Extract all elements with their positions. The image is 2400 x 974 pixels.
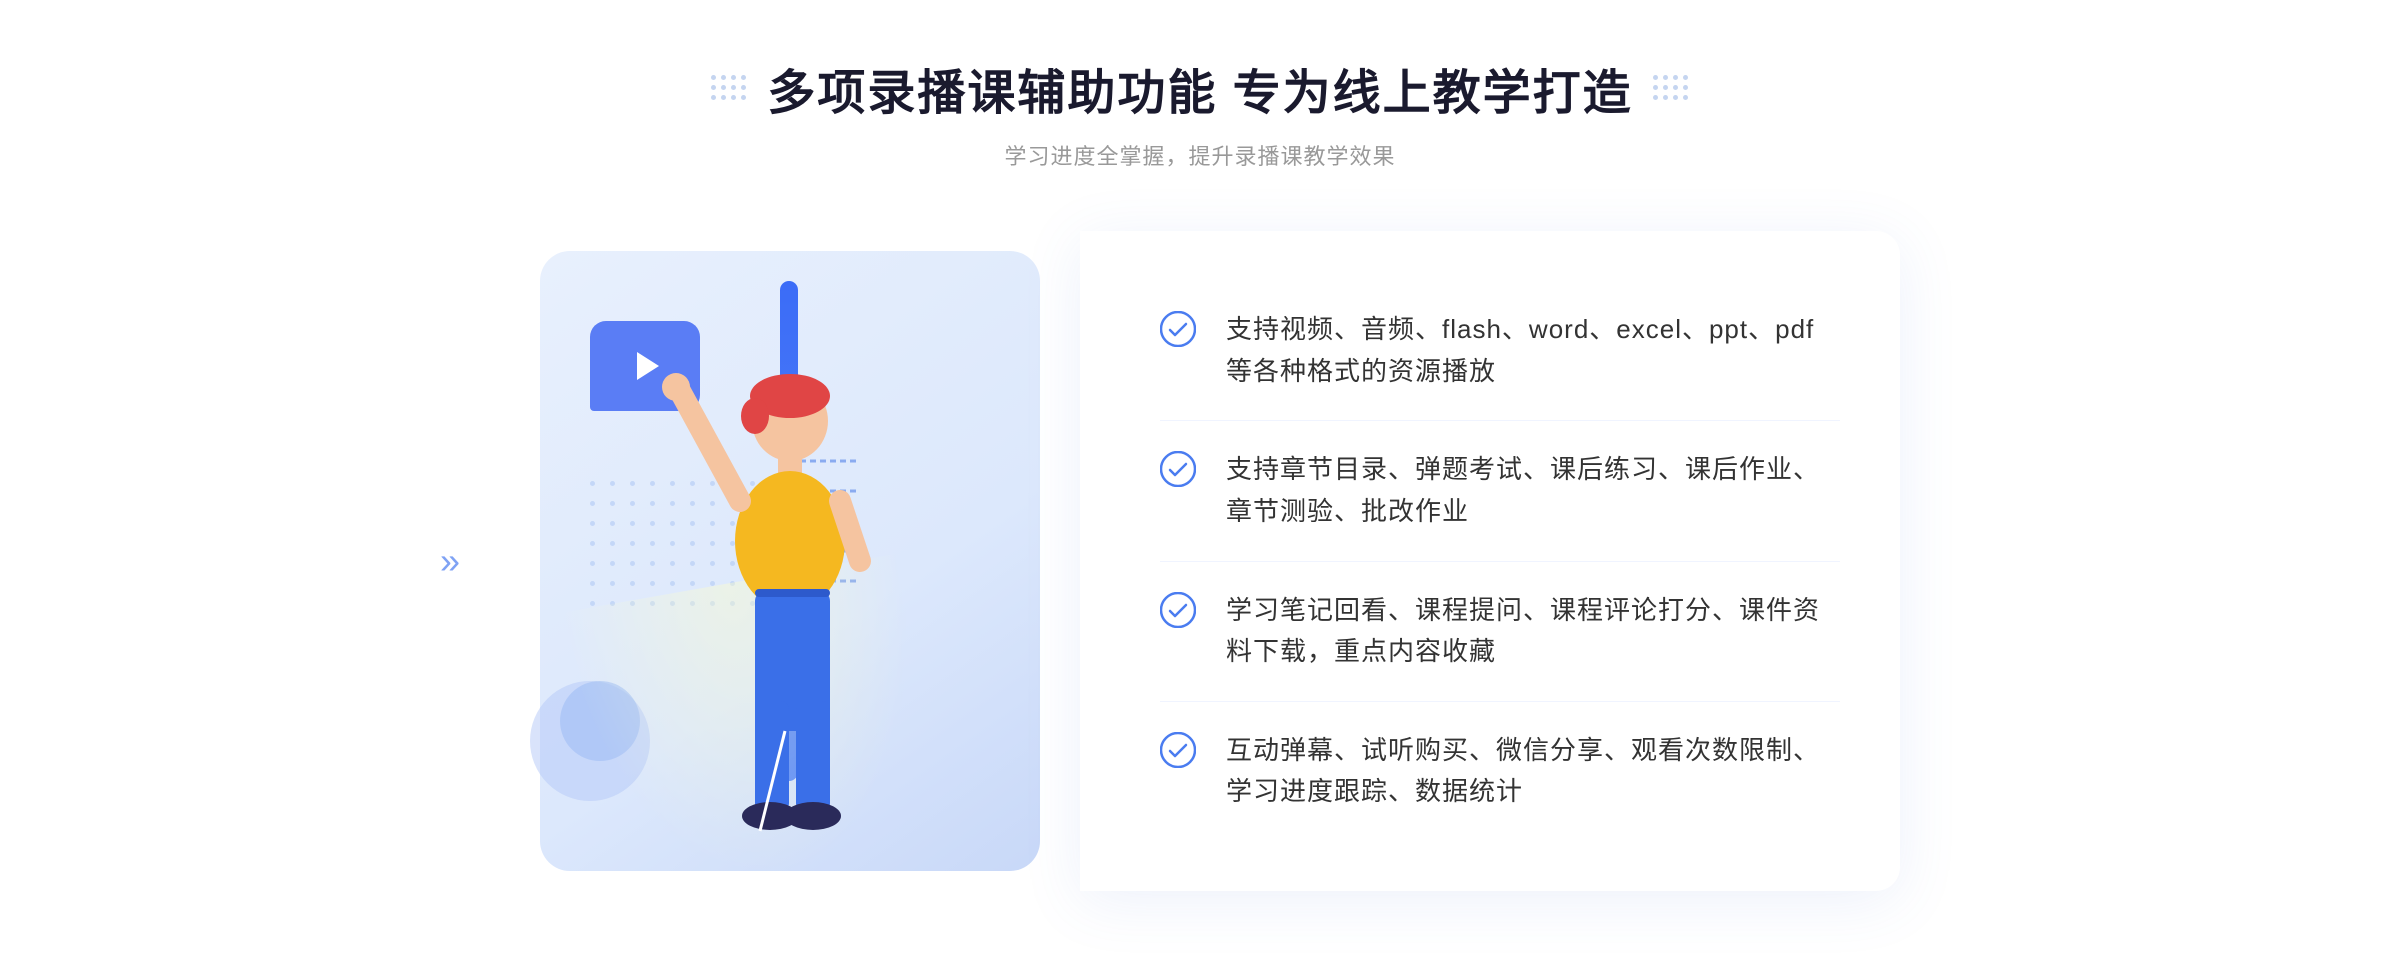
feature-text-4: 互动弹幕、试听购买、微信分享、观看次数限制、学习进度跟踪、数据统计 [1226, 730, 1840, 813]
feature-text-1: 支持视频、音频、flash、word、excel、ppt、pdf等各种格式的资源… [1226, 309, 1840, 392]
subtitle: 学习进度全掌握，提升录播课教学效果 [1004, 139, 1395, 171]
feature-item-3: 学习笔记回看、课程提问、课程评论打分、课件资料下载，重点内容收藏 [1160, 562, 1840, 702]
feature-text-3: 学习笔记回看、课程提问、课程评论打分、课件资料下载，重点内容收藏 [1226, 590, 1840, 673]
feature-item-1: 支持视频、音频、flash、word、excel、ppt、pdf等各种格式的资源… [1160, 281, 1840, 421]
check-icon-4 [1160, 732, 1196, 768]
character-illustration [600, 371, 920, 871]
chevron-icon: » [440, 543, 460, 579]
features-panel: 支持视频、音频、flash、word、excel、ppt、pdf等各种格式的资源… [1080, 231, 1900, 891]
feature-item-4: 互动弹幕、试听购买、微信分享、观看次数限制、学习进度跟踪、数据统计 [1160, 702, 1840, 841]
header-section: 多项录播课辅助功能 专为线上教学打造 学习进度全掌握，提升录播课教学效果 [711, 53, 1688, 171]
page-container: 多项录播课辅助功能 专为线上教学打造 学习进度全掌握，提升录播课教学效果 » [0, 13, 2400, 961]
left-dots [711, 75, 747, 101]
feature-text-2: 支持章节目录、弹题考试、课后练习、课后作业、章节测验、批改作业 [1226, 449, 1840, 532]
main-title: 多项录播课辅助功能 专为线上教学打造 [767, 53, 1632, 123]
feature-item-2: 支持章节目录、弹题考试、课后练习、课后作业、章节测验、批改作业 [1160, 421, 1840, 561]
left-chevrons: » [440, 543, 460, 579]
right-dots [1653, 75, 1689, 101]
check-icon-3 [1160, 592, 1196, 628]
illustration-area [500, 221, 1080, 901]
check-icon-1 [1160, 311, 1196, 347]
main-content: » [500, 221, 1900, 901]
title-row: 多项录播课辅助功能 专为线上教学打造 [711, 53, 1688, 123]
check-icon-2 [1160, 451, 1196, 487]
